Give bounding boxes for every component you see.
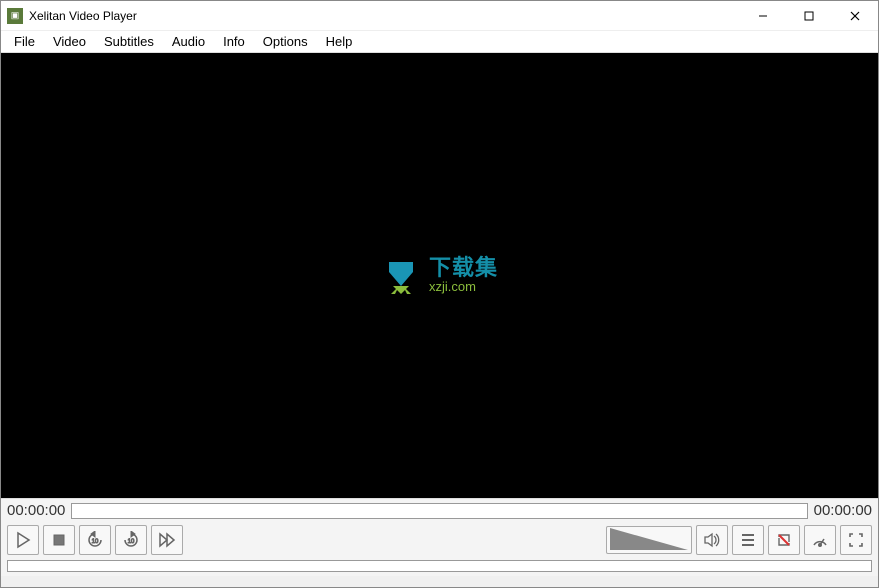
fullscreen-button[interactable] [840,525,872,555]
minimize-button[interactable] [740,1,786,30]
watermark-arrow-icon [381,256,421,296]
fast-forward-button[interactable] [151,525,183,555]
menu-subtitles[interactable]: Subtitles [95,32,163,51]
svg-text:10: 10 [92,539,99,545]
menu-info[interactable]: Info [214,32,254,51]
back-10-button[interactable]: 10 [79,525,111,555]
svg-text:10: 10 [128,539,135,545]
menu-file[interactable]: File [5,32,44,51]
watermark-text-sub: xzji.com [429,280,498,294]
bottom-progress-bar[interactable] [7,560,872,572]
stop-button[interactable] [43,525,75,555]
bottom-progress-row [1,558,878,576]
menu-video[interactable]: Video [44,32,95,51]
time-row: 00:00:00 00:00:00 [1,498,878,522]
seek-bar[interactable] [71,503,807,519]
controls-row: 10 10 [1,522,878,558]
repeat-off-button[interactable] [768,525,800,555]
video-canvas[interactable]: 下载集 xzji.com [1,53,878,498]
mute-button[interactable] [696,525,728,555]
watermark: 下载集 xzji.com [381,256,498,296]
play-button[interactable] [7,525,39,555]
volume-slider[interactable] [606,526,692,554]
titlebar: ▣ Xelitan Video Player [1,1,878,31]
menubar: File Video Subtitles Audio Info Options … [1,31,878,53]
forward-10-button[interactable]: 10 [115,525,147,555]
time-total: 00:00:00 [814,502,872,519]
window-title: Xelitan Video Player [29,9,137,23]
close-button[interactable] [832,1,878,30]
menu-audio[interactable]: Audio [163,32,214,51]
playlist-button[interactable] [732,525,764,555]
app-icon: ▣ [7,8,23,24]
maximize-button[interactable] [786,1,832,30]
menu-options[interactable]: Options [254,32,317,51]
menu-help[interactable]: Help [317,32,362,51]
speed-button[interactable] [804,525,836,555]
watermark-text-main: 下载集 [429,256,498,280]
time-current: 00:00:00 [7,502,65,519]
